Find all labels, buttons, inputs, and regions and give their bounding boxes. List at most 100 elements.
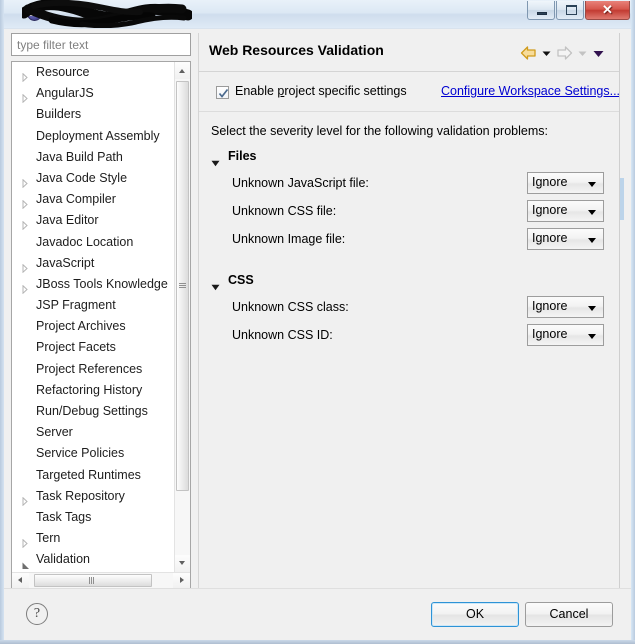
- tree-item[interactable]: Run/Debug Settings: [12, 401, 174, 422]
- page-right-edge[interactable]: [619, 33, 624, 589]
- tree-item-label: Javadoc Location: [36, 234, 134, 249]
- expand-arrow-icon[interactable]: [22, 216, 28, 231]
- group-header[interactable]: CSS: [211, 270, 611, 291]
- tree-item[interactable]: Project Archives: [12, 316, 174, 337]
- horizontal-scrollbar-thumb[interactable]: [34, 574, 152, 587]
- preferences-tree[interactable]: Resource AngularJS Builders Deployment Asse…: [11, 61, 191, 589]
- forward-dropdown-icon: [576, 45, 589, 61]
- tree-item[interactable]: Service Policies: [12, 443, 174, 464]
- severity-row: Unknown CSS ID: Ignore: [211, 324, 611, 352]
- tree-item[interactable]: Refactoring History: [12, 380, 174, 401]
- severity-select[interactable]: Ignore: [527, 324, 604, 346]
- enable-project-settings-row: Enable project specific settings Configu…: [216, 84, 620, 104]
- tree-item[interactable]: Targeted Runtimes: [12, 465, 174, 486]
- expand-arrow-icon[interactable]: [22, 195, 28, 210]
- cancel-button[interactable]: Cancel: [525, 602, 613, 627]
- tree-item[interactable]: Builders: [12, 104, 174, 125]
- preferences-navigation-pane: Resource AngularJS Builders Deployment Asse…: [11, 33, 191, 589]
- tree-item[interactable]: Task Tags: [12, 507, 174, 528]
- tree-item[interactable]: JSP Fragment: [12, 295, 174, 316]
- severity-select[interactable]: Ignore: [527, 296, 604, 318]
- window-titlebar[interactable]: ✕: [0, 0, 635, 28]
- tree-item-label: Project Facets: [36, 340, 116, 355]
- expand-arrow-icon[interactable]: [22, 174, 28, 189]
- chevron-down-icon[interactable]: [211, 277, 220, 291]
- window-border-bottom: [0, 640, 635, 644]
- help-button[interactable]: ?: [26, 603, 48, 625]
- expand-arrow-icon[interactable]: [22, 259, 28, 274]
- expand-arrow-icon[interactable]: [22, 492, 28, 507]
- tree-item-label: JBoss Tools Knowledge: [36, 276, 168, 291]
- severity-select[interactable]: Ignore: [527, 172, 604, 194]
- tree-item[interactable]: JavaScript: [12, 253, 174, 274]
- configure-workspace-settings-link[interactable]: Configure Workspace Settings...: [441, 84, 620, 98]
- tree-item[interactable]: Java Build Path: [12, 147, 174, 168]
- tree-horizontal-scrollbar[interactable]: [12, 572, 190, 588]
- tree-item[interactable]: Javadoc Location: [12, 232, 174, 253]
- instruction-text: Select the severity level for the follow…: [211, 124, 548, 138]
- back-arrow-icon[interactable]: [520, 45, 537, 61]
- checkmark-icon: [218, 88, 229, 98]
- title-divider: [199, 71, 624, 72]
- expand-arrow-icon[interactable]: [22, 89, 28, 104]
- scroll-up-arrow-icon[interactable]: [175, 62, 190, 79]
- dialog-client-area: Resource AngularJS Builders Deployment Asse…: [4, 28, 631, 640]
- chevron-down-icon: [588, 238, 596, 243]
- chevron-down-icon: [588, 210, 596, 215]
- group-title: CSS: [228, 273, 254, 287]
- forward-arrow-icon: [556, 45, 573, 61]
- tree-item[interactable]: Project References: [12, 359, 174, 380]
- enable-project-specific-settings-checkbox[interactable]: [216, 86, 229, 99]
- tree-item-label: Resource: [36, 65, 90, 79]
- severity-select-value: Ignore: [532, 175, 568, 189]
- severity-select[interactable]: Ignore: [527, 228, 604, 250]
- ok-button[interactable]: OK: [431, 602, 519, 627]
- tree-item-label: Refactoring History: [36, 382, 143, 397]
- back-dropdown-icon[interactable]: [540, 45, 553, 61]
- tree-vertical-scrollbar[interactable]: [174, 62, 190, 572]
- expand-arrow-icon[interactable]: [22, 68, 28, 83]
- tree-item[interactable]: Deployment Assembly: [12, 126, 174, 147]
- group-header[interactable]: Files: [211, 146, 611, 167]
- enable-row-divider: [199, 111, 624, 112]
- tree-item-label: Tern: [36, 531, 61, 546]
- tree-item[interactable]: Validation: [12, 549, 174, 570]
- tree-item[interactable]: Task Repository: [12, 486, 174, 507]
- tree-item[interactable]: Java Editor: [12, 210, 174, 231]
- chevron-down-icon[interactable]: [211, 153, 220, 167]
- tree-item-label: Deployment Assembly: [36, 128, 160, 143]
- minimize-button[interactable]: [527, 1, 555, 20]
- severity-select-value: Ignore: [532, 327, 568, 341]
- expand-arrow-icon[interactable]: [22, 280, 28, 295]
- tree-item-label: Java Code Style: [36, 170, 128, 185]
- tree-item[interactable]: Java Code Style: [12, 168, 174, 189]
- tree-item-label: Project Archives: [36, 319, 126, 334]
- tree-item[interactable]: Server: [12, 422, 174, 443]
- tree-item-label: Java Compiler: [36, 192, 116, 207]
- tree-item-list: Resource AngularJS Builders Deployment Asse…: [12, 62, 174, 572]
- collapse-arrow-icon[interactable]: [22, 556, 30, 570]
- scroll-right-arrow-icon[interactable]: [173, 573, 190, 588]
- vertical-scrollbar-thumb[interactable]: [176, 81, 189, 491]
- scrollbar-grip-icon: [89, 577, 97, 584]
- label-part-after: roject specific settings: [284, 84, 407, 98]
- close-button[interactable]: ✕: [585, 1, 630, 20]
- maximize-button[interactable]: [556, 1, 584, 20]
- severity-row-label: Unknown JavaScript file:: [232, 176, 369, 190]
- enable-project-specific-settings-label: Enable project specific settings: [235, 84, 407, 98]
- tree-item-label: Server: [36, 425, 73, 440]
- tree-item[interactable]: AngularJS: [12, 83, 174, 104]
- expand-arrow-icon[interactable]: [22, 534, 28, 549]
- tree-item[interactable]: JBoss Tools Knowledge: [12, 274, 174, 295]
- tree-item[interactable]: Tern: [12, 528, 174, 549]
- search-input[interactable]: [11, 33, 191, 56]
- tree-item[interactable]: Java Compiler: [12, 189, 174, 210]
- tree-item-label: JavaScript: [36, 255, 95, 270]
- tree-item-label: Task Tags: [36, 509, 92, 524]
- scroll-down-arrow-icon[interactable]: [175, 555, 190, 572]
- scroll-left-arrow-icon[interactable]: [12, 573, 29, 588]
- severity-select[interactable]: Ignore: [527, 200, 604, 222]
- tree-item[interactable]: Project Facets: [12, 337, 174, 358]
- tree-item[interactable]: Resource: [12, 62, 174, 83]
- view-menu-icon[interactable]: [592, 45, 605, 61]
